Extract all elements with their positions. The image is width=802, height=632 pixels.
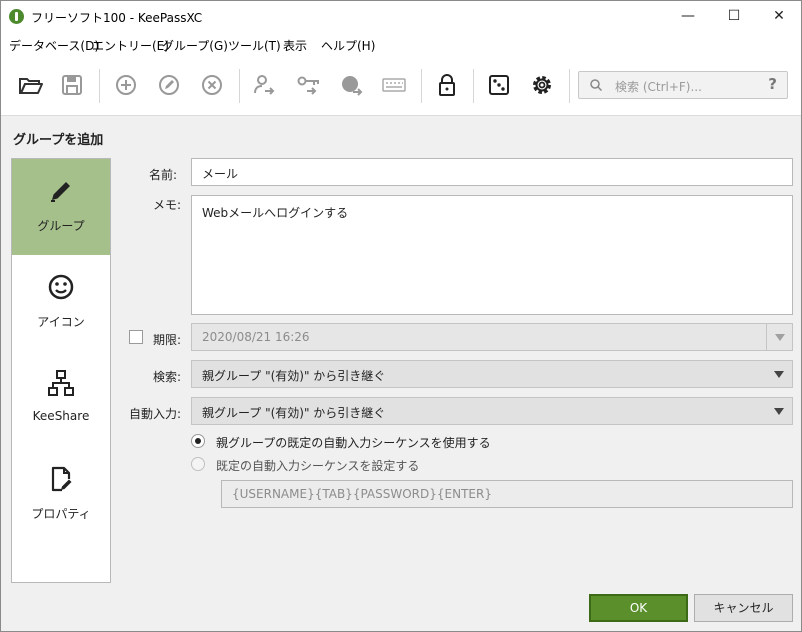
category-item-icon[interactable]: アイコン [12, 255, 110, 351]
notes-field[interactable]: Webメールへログインする [191, 195, 793, 315]
minimize-button[interactable]: — [665, 1, 711, 31]
sequence-field: {USERNAME}{TAB}{PASSWORD}{ENTER} [221, 480, 793, 508]
expires-checkbox[interactable] [129, 330, 143, 344]
category-item-group[interactable]: グループ [12, 159, 110, 255]
keepassxc-logo-icon [9, 9, 24, 24]
delete-entry-icon[interactable] [196, 69, 228, 101]
network-icon [48, 370, 74, 396]
page-title: グループを追加 [13, 133, 104, 148]
edit-entry-icon[interactable] [153, 69, 185, 101]
search-setting-label: 検索: [152, 370, 181, 384]
cancel-button[interactable]: キャンセル [694, 594, 793, 622]
custom-sequence-label: 既定の自動入力シーケンスを設定する [216, 459, 420, 473]
inherit-sequence-label: 親グループの既定の自動入力シーケンスを使用する [216, 436, 491, 450]
add-entry-icon[interactable] [110, 69, 142, 101]
category-label: プロパティ [31, 507, 91, 521]
lock-database-icon[interactable] [431, 69, 463, 101]
menu-entries[interactable]: エントリー(E) [92, 37, 169, 54]
maximize-button[interactable]: ☐ [711, 1, 757, 31]
category-item-keeshare[interactable]: KeeShare [12, 351, 110, 447]
toolbar-separator [239, 69, 240, 103]
name-label: 名前: [148, 168, 177, 182]
settings-icon[interactable] [526, 69, 558, 101]
category-label: グループ [37, 219, 85, 233]
name-field[interactable]: メール [191, 158, 793, 186]
keepassxc-window: フリーソフト100 - KeePassXC — ☐ ✕ データベース(D) エン… [0, 0, 802, 632]
password-generator-icon[interactable] [483, 69, 515, 101]
toolbar-separator [569, 69, 570, 103]
copy-username-icon[interactable] [248, 69, 280, 101]
toolbar-separator [473, 69, 474, 103]
search-setting-select[interactable]: 親グループ "(有効)" から引き継ぐ [191, 360, 793, 388]
window-title: フリーソフト100 - KeePassXC [31, 11, 203, 25]
autotype-icon[interactable] [378, 69, 410, 101]
notes-label: メモ: [152, 198, 181, 212]
search-placeholder: 検索 (Ctrl+F)... [615, 80, 702, 94]
expires-label: 期限: [152, 333, 181, 347]
chevron-down-icon [766, 361, 792, 387]
close-button[interactable]: ✕ [756, 1, 802, 31]
pencil-icon [51, 182, 70, 202]
autotype-value: 親グループ "(有効)" から引き継ぐ [202, 406, 386, 420]
autotype-select[interactable]: 親グループ "(有効)" から引き継ぐ [191, 397, 793, 425]
chevron-down-icon [766, 324, 792, 350]
menu-bar: データベース(D) エントリー(E) グループ(G) ツール(T) 表示 ヘルプ… [1, 33, 801, 55]
category-label: アイコン [37, 315, 85, 329]
menu-view[interactable]: 表示 [283, 37, 307, 54]
toolbar-separator [421, 69, 422, 103]
menu-groups[interactable]: グループ(G) [162, 37, 228, 54]
chevron-down-icon [766, 398, 792, 424]
search-setting-value: 親グループ "(有効)" から引き継ぐ [202, 369, 386, 383]
expires-value: 2020/08/21 16:26 [202, 330, 310, 344]
toolbar: 検索 (Ctrl+F)... ? [1, 61, 801, 109]
title-bar: フリーソフト100 - KeePassXC — ☐ ✕ [1, 1, 801, 31]
inherit-sequence-radio[interactable] [191, 434, 205, 448]
toolbar-separator [99, 69, 100, 103]
search-input[interactable]: 検索 (Ctrl+F)... ? [578, 71, 788, 99]
search-help-icon[interactable]: ? [768, 75, 777, 93]
copy-password-icon[interactable] [292, 69, 324, 101]
menu-help[interactable]: ヘルプ(H) [321, 37, 375, 54]
category-item-properties[interactable]: プロパティ [12, 447, 110, 543]
category-list: グループ アイコン KeeShare プロパティ [11, 158, 111, 583]
search-icon [590, 79, 603, 92]
menu-tools[interactable]: ツール(T) [228, 37, 281, 54]
ok-button[interactable]: OK [589, 594, 688, 622]
custom-sequence-radio[interactable] [191, 457, 205, 471]
category-label: KeeShare [32, 409, 90, 423]
save-database-icon[interactable] [56, 69, 88, 101]
document-edit-icon [51, 466, 72, 492]
copy-url-icon[interactable] [335, 69, 367, 101]
autotype-label: 自動入力: [128, 407, 181, 421]
menu-database[interactable]: データベース(D) [9, 37, 99, 54]
expires-datetime-field: 2020/08/21 16:26 [191, 323, 793, 351]
open-database-icon[interactable] [14, 69, 46, 101]
smiley-icon [48, 274, 74, 300]
